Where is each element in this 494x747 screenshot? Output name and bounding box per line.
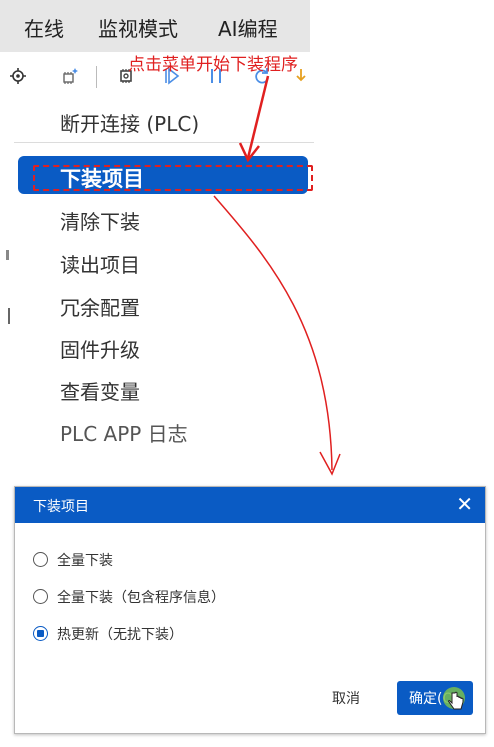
menu-item-redundancy-config[interactable]: 冗余配置 <box>60 292 140 321</box>
menu-item-disconnect[interactable]: 断开连接 (PLC) <box>60 108 199 137</box>
chip-sparkle-icon[interactable] <box>60 66 80 86</box>
option-label: 全量下装 <box>57 553 113 569</box>
option-label: 热更新（无扰下装） <box>57 627 183 643</box>
cancel-button[interactable]: 取消 <box>311 683 381 713</box>
menu-monitor-mode[interactable]: 监视模式 <box>98 13 178 42</box>
screenshot-root: 在线 监视模式 AI编程 点击菜单开始下装程序 断开连接 (PLC) 下装项目 … <box>0 0 494 747</box>
menu-item-clear-download[interactable]: 清除下装 <box>60 206 140 235</box>
menu-item-view-variables[interactable]: 查看变量 <box>60 376 140 405</box>
dialog-title: 下装项目 <box>33 499 89 515</box>
menu-item-firmware-upgrade[interactable]: 固件升级 <box>60 334 140 363</box>
menubar: 在线 监视模式 AI编程 <box>0 0 310 52</box>
option-label: 全量下装（包含程序信息） <box>57 590 225 606</box>
menu-item-read-project[interactable]: 读出项目 <box>60 249 140 278</box>
toolbar-separator <box>96 66 97 88</box>
chip-settings-icon[interactable] <box>8 66 28 86</box>
menu-item-plc-app-log[interactable]: PLC APP 日志 <box>60 418 188 447</box>
radio-full-download[interactable] <box>33 552 48 567</box>
radio-full-download-with-info[interactable] <box>33 589 48 604</box>
menu-divider <box>14 142 314 143</box>
annotation-text: 点击菜单开始下装程序 <box>128 55 298 75</box>
left-edge-mark <box>8 308 10 324</box>
download-project-dialog: 下装项目 ✕ 全量下装 全量下装（包含程序信息） 热更新（无扰下装） 取消 确定… <box>14 486 486 734</box>
dialog-titlebar: 下装项目 ✕ <box>15 487 485 523</box>
close-icon[interactable]: ✕ <box>456 492 473 516</box>
highlight-dashed-box <box>33 165 313 191</box>
hand-cursor-icon <box>448 691 464 710</box>
left-edge-mark <box>6 250 9 260</box>
radio-hot-update[interactable] <box>33 626 48 641</box>
menu-online[interactable]: 在线 <box>24 13 64 42</box>
menu-ai-programming[interactable]: AI编程 <box>218 13 278 42</box>
